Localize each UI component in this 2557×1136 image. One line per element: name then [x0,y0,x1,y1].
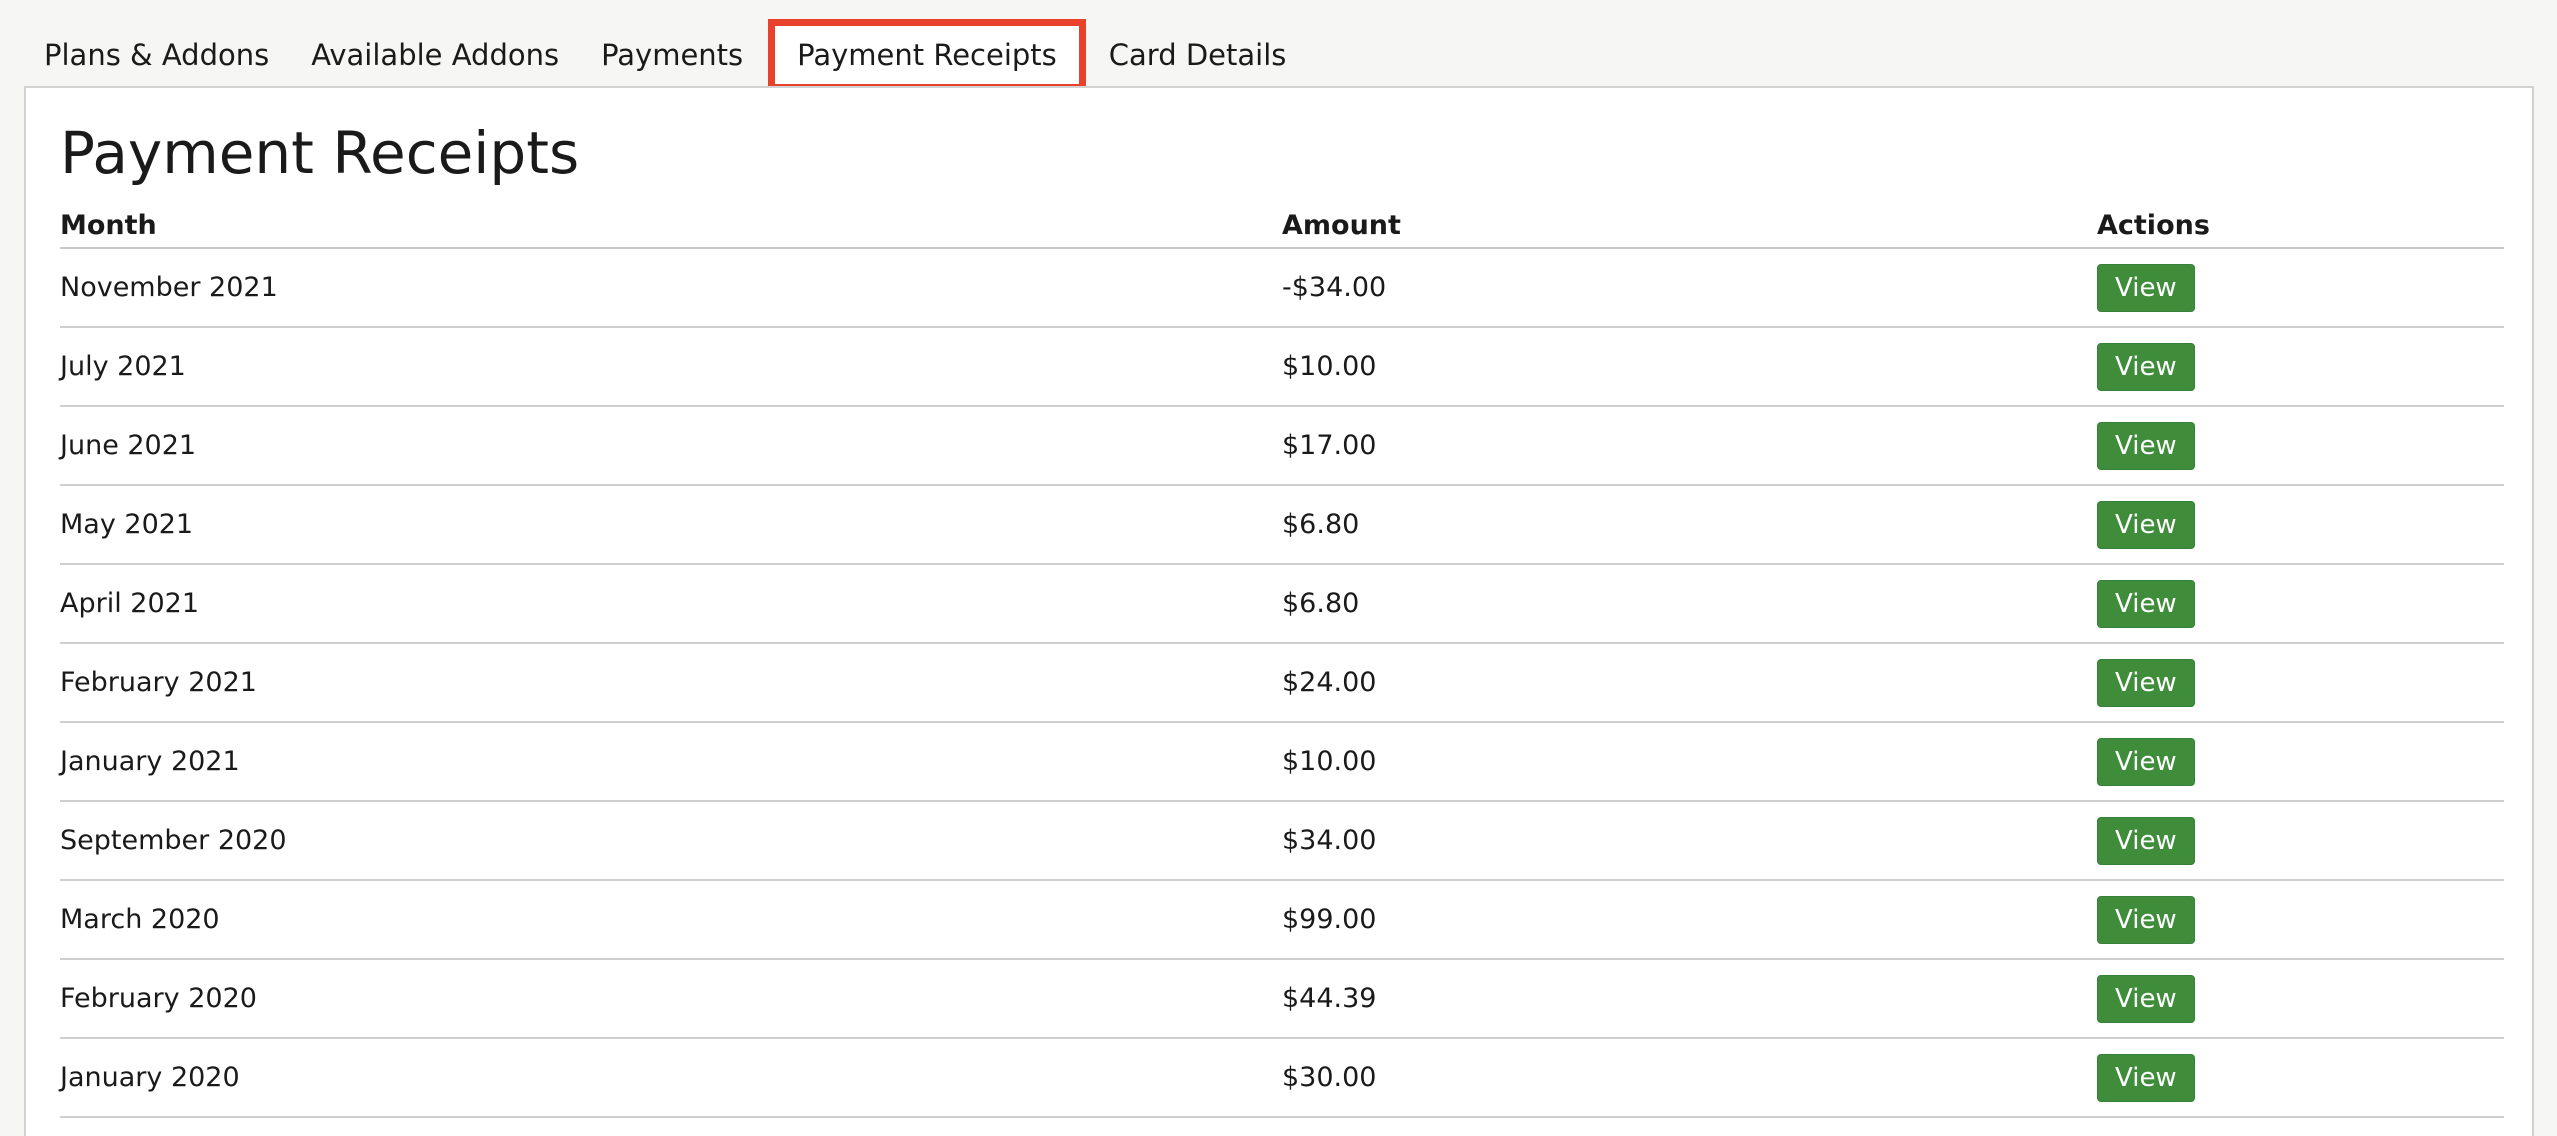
view-button[interactable]: View [2097,737,2195,786]
view-button[interactable]: View [2097,816,2195,865]
month-cell: May 2021 [60,485,1282,565]
view-button[interactable]: View [2097,421,2195,470]
tab-payment-receipts[interactable]: Payment Receipts [768,19,1086,91]
table-row: May 2021 $6.80 View [60,485,2504,565]
actions-cell: View [2097,722,2504,802]
table-row: July 2021 $10.00 View [60,327,2504,407]
column-header-month: Month [60,206,1282,249]
month-cell: February 2021 [60,643,1282,723]
tab-bar: Plans & Addons Available Addons Payments… [24,19,1308,91]
table-row: January 2021 $10.00 View [60,722,2504,802]
amount-cell: $34.00 [1282,801,2097,881]
actions-cell: View [2097,564,2504,644]
amount-cell: -$34.00 [1282,248,2097,328]
actions-cell: View [2097,248,2504,328]
actions-cell: View [2097,327,2504,407]
view-button[interactable]: View [2097,342,2195,391]
table-row: November 2021 -$34.00 View [60,248,2504,328]
tab-payments[interactable]: Payments [581,22,763,88]
table-row: March 2020 $99.00 View [60,880,2504,960]
month-cell: July 2021 [60,327,1282,407]
page-title: Payment Receipts [60,119,580,187]
column-header-amount: Amount [1282,206,2097,249]
tab-available-addons[interactable]: Available Addons [291,22,579,88]
view-button[interactable]: View [2097,658,2195,707]
amount-cell: $30.00 [1282,1038,2097,1118]
view-button[interactable]: View [2097,500,2195,549]
tab-card-details[interactable]: Card Details [1089,22,1307,88]
actions-cell: View [2097,643,2504,723]
receipts-table: Month Amount Actions November 2021 -$34.… [60,206,2504,1118]
actions-cell: View [2097,801,2504,881]
table-header-row: Month Amount Actions [60,206,2504,249]
column-header-actions: Actions [2097,206,2504,249]
actions-cell: View [2097,406,2504,486]
table-row: June 2021 $17.00 View [60,406,2504,486]
view-button[interactable]: View [2097,1053,2195,1102]
table-row: January 2020 $30.00 View [60,1038,2504,1118]
amount-cell: $99.00 [1282,880,2097,960]
month-cell: June 2021 [60,406,1282,486]
amount-cell: $6.80 [1282,485,2097,565]
view-button[interactable]: View [2097,579,2195,628]
month-cell: April 2021 [60,564,1282,644]
month-cell: March 2020 [60,880,1282,960]
month-cell: September 2020 [60,801,1282,881]
actions-cell: View [2097,485,2504,565]
amount-cell: $44.39 [1282,959,2097,1039]
month-cell: November 2021 [60,248,1282,328]
table-row: February 2020 $44.39 View [60,959,2504,1039]
view-button[interactable]: View [2097,895,2195,944]
amount-cell: $6.80 [1282,564,2097,644]
table-row: April 2021 $6.80 View [60,564,2504,644]
month-cell: January 2021 [60,722,1282,802]
tab-plans-addons[interactable]: Plans & Addons [24,22,289,88]
view-button[interactable]: View [2097,974,2195,1023]
amount-cell: $17.00 [1282,406,2097,486]
amount-cell: $10.00 [1282,327,2097,407]
month-cell: January 2020 [60,1038,1282,1118]
table-row: September 2020 $34.00 View [60,801,2504,881]
amount-cell: $24.00 [1282,643,2097,723]
table-row: February 2021 $24.00 View [60,643,2504,723]
receipts-panel: Payment Receipts Month Amount Actions No… [24,86,2534,1136]
actions-cell: View [2097,1038,2504,1118]
month-cell: February 2020 [60,959,1282,1039]
actions-cell: View [2097,880,2504,960]
view-button[interactable]: View [2097,263,2195,312]
amount-cell: $10.00 [1282,722,2097,802]
actions-cell: View [2097,959,2504,1039]
